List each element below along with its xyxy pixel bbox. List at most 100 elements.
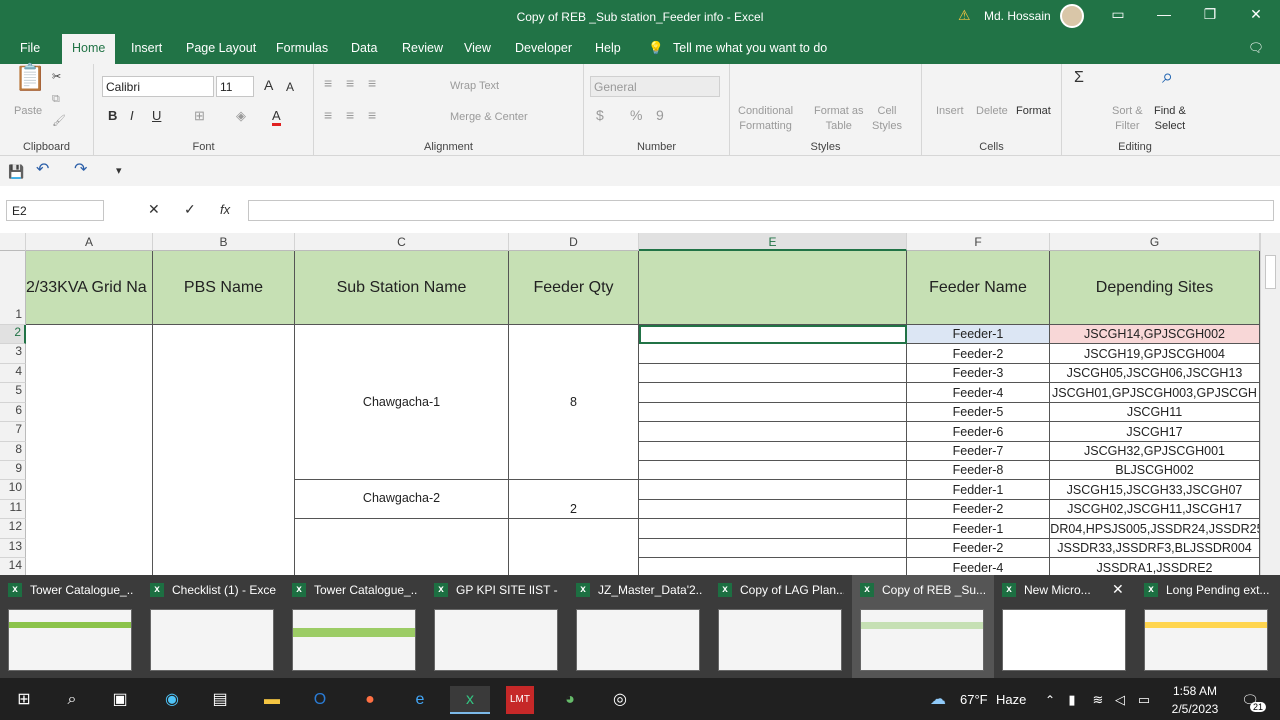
cell-e[interactable]	[639, 480, 907, 500]
feeder-name-cell[interactable]: Fedder-1	[907, 480, 1050, 500]
sites-cell[interactable]: JSCGH02,JSCGH11,JSCGH17	[1050, 500, 1260, 519]
header-cell-feeder-name[interactable]: Feeder Name	[907, 251, 1050, 325]
header-cell-feeder-qty[interactable]: Feeder Qty	[509, 251, 639, 325]
warning-icon[interactable]: ⚠	[958, 7, 971, 24]
align-left-icon[interactable]: ≡	[324, 108, 332, 123]
comma-icon[interactable]: 9	[656, 108, 664, 123]
feeder-name-cell[interactable]: Feeder-1	[907, 325, 1050, 344]
tab-file[interactable]: File	[20, 41, 40, 55]
cell-e[interactable]	[639, 364, 907, 383]
merged-cell-grid[interactable]	[26, 325, 153, 575]
preview-window[interactable]: x Copy of LAG Plan...	[710, 575, 852, 678]
merged-cell-pbs[interactable]	[153, 325, 295, 575]
usb-icon[interactable]: ▮	[1058, 686, 1086, 714]
tell-me-search[interactable]: Tell me what you want to do	[673, 41, 827, 55]
row-header[interactable]: 9	[0, 461, 26, 480]
paste-icon[interactable]: 📋	[14, 64, 46, 90]
wrap-text-button[interactable]: Wrap Text	[450, 79, 499, 94]
sites-cell[interactable]: JSCGH01,GPJSCGH003,GPJSCGH	[1050, 383, 1260, 403]
column-header[interactable]: D	[509, 233, 639, 251]
close-icon[interactable]: ✕	[1246, 6, 1266, 23]
weather-desc[interactable]: Haze	[996, 692, 1026, 707]
sites-cell[interactable]: JSCGH14,GPJSCGH002	[1050, 325, 1260, 344]
cancel-icon[interactable]: ✕	[148, 202, 160, 217]
preview-window[interactable]: x Copy of REB _Su...	[852, 575, 994, 678]
undo-icon[interactable]: ↶	[36, 162, 49, 178]
format-painter-icon[interactable]: 🖌	[52, 114, 66, 129]
feeder-qty-cell[interactable]	[509, 519, 639, 575]
sites-cell[interactable]: JSSDRA1,JSSDRE2	[1050, 558, 1260, 575]
tab-page-layout[interactable]: Page Layout	[186, 41, 256, 55]
row-header[interactable]: 10	[0, 480, 26, 500]
row-header[interactable]: 3	[0, 344, 26, 364]
column-header[interactable]: B	[153, 233, 295, 251]
weather-icon[interactable]: ☁	[924, 686, 952, 714]
row-header[interactable]: 5	[0, 383, 26, 403]
merge-center-button[interactable]: Merge & Center	[450, 110, 528, 125]
vertical-scrollbar[interactable]	[1260, 233, 1280, 575]
decrease-font-icon[interactable]: A	[286, 80, 294, 95]
sites-cell[interactable]: JSCGH19,GPJSCGH004	[1050, 344, 1260, 364]
copy-icon[interactable]: ⧉	[52, 92, 60, 107]
sites-cell[interactable]: JSSDR33,JSSDRF3,BLJSSDR004	[1050, 539, 1260, 558]
feeder-name-cell[interactable]: Feeder-3	[907, 364, 1050, 383]
column-header[interactable]: G	[1050, 233, 1260, 251]
underline-icon[interactable]: U	[152, 108, 161, 123]
row-header[interactable]: 1	[0, 251, 26, 325]
chrome-icon[interactable]: ◕	[556, 686, 584, 714]
outlook-icon[interactable]: O	[306, 686, 334, 714]
percent-icon[interactable]: %	[630, 108, 642, 123]
sites-cell[interactable]: JSCGH32,GPJSCGH001	[1050, 442, 1260, 461]
file-explorer-icon[interactable]: ▬	[258, 686, 286, 714]
row-header[interactable]: 14	[0, 558, 26, 575]
save-icon[interactable]: 💾	[8, 164, 24, 179]
align-right-icon[interactable]: ≡	[368, 108, 376, 123]
cell-e[interactable]	[639, 442, 907, 461]
task-view-icon[interactable]: ▣	[106, 686, 134, 714]
feeder-name-cell[interactable]: Feeder-5	[907, 403, 1050, 422]
feeder-qty-cell[interactable]: 2	[509, 480, 639, 519]
preview-window[interactable]: x Long Pending ext...	[1136, 575, 1278, 678]
search-icon[interactable]: ⌕	[1162, 67, 1173, 87]
header-cell-grid[interactable]: 2/33KVA Grid Na	[26, 251, 153, 325]
active-cell-e2[interactable]	[639, 325, 907, 344]
select-all[interactable]	[0, 233, 26, 251]
italic-icon[interactable]: I	[130, 108, 134, 123]
header-cell-e[interactable]	[639, 251, 907, 325]
cell-e[interactable]	[639, 519, 907, 539]
sites-cell[interactable]: JSCGH11	[1050, 403, 1260, 422]
sort-filter-button[interactable]: Sort & Filter	[1112, 104, 1143, 134]
feeder-name-cell[interactable]: Feeder-1	[907, 519, 1050, 539]
redo-icon[interactable]: ↷	[74, 162, 87, 178]
battery-icon[interactable]: ▭	[1130, 686, 1158, 714]
edge-icon[interactable]: ◉	[158, 686, 186, 714]
firefox-icon[interactable]: ●	[356, 686, 384, 714]
header-cell-depending-sites[interactable]: Depending Sites	[1050, 251, 1260, 325]
sites-cell[interactable]: JSCGH05,JSCGH06,JSCGH13	[1050, 364, 1260, 383]
app-icon[interactable]: ▤	[206, 686, 234, 714]
insert-function-icon[interactable]: fx	[220, 202, 230, 217]
feeder-name-cell[interactable]: Feeder-4	[907, 383, 1050, 403]
close-preview-icon[interactable]: ✕	[1112, 581, 1124, 598]
row-header[interactable]: 2	[0, 325, 26, 344]
obs-icon[interactable]: ◎	[606, 686, 634, 714]
minimize-icon[interactable]: —	[1154, 6, 1174, 22]
cell-e[interactable]	[639, 422, 907, 442]
sites-cell[interactable]: JSCGH15,JSCGH33,JSCGH07	[1050, 480, 1260, 500]
avatar[interactable]	[1060, 4, 1084, 28]
row-header[interactable]: 13	[0, 539, 26, 558]
header-cell-pbs[interactable]: PBS Name	[153, 251, 295, 325]
clock-date[interactable]: 2/5/2023	[1164, 702, 1226, 716]
tab-review[interactable]: Review	[402, 41, 443, 55]
font-size-select[interactable]: 11	[216, 76, 254, 97]
lmt-app-icon[interactable]: LMT	[506, 686, 534, 714]
ribbon-display-icon[interactable]: ▭	[1108, 6, 1128, 23]
tab-formulas[interactable]: Formulas	[276, 41, 328, 55]
row-header[interactable]: 8	[0, 442, 26, 461]
cell-styles-button[interactable]: Cell Styles	[872, 104, 902, 134]
weather-temp[interactable]: 67°F	[960, 692, 988, 707]
search-icon[interactable]: ⌕	[58, 686, 86, 714]
cell-e[interactable]	[639, 383, 907, 403]
find-select-button[interactable]: Find & Select	[1154, 104, 1186, 134]
font-color-icon[interactable]: A	[272, 108, 281, 126]
